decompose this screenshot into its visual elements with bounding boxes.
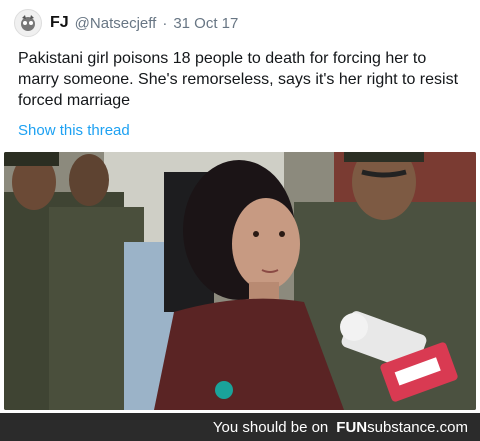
tweet-date[interactable]: 31 Oct 17 — [173, 15, 238, 32]
news-video-frame-image — [4, 152, 476, 410]
display-name[interactable]: FJ — [50, 14, 69, 32]
tweet-text: Pakistani girl poisons 18 people to deat… — [18, 50, 459, 109]
footer-prefix: You should be on — [212, 418, 329, 436]
separator-dot: · — [162, 14, 168, 32]
tweet-media-image[interactable] — [4, 152, 476, 410]
show-thread-link[interactable]: Show this thread — [18, 122, 130, 139]
tweet-header: FJ @Natsecjeff · 31 Oct 17 — [14, 8, 238, 38]
user-handle[interactable]: @Natsecjeff — [75, 15, 157, 32]
footer-brand-rest: substance.com — [367, 418, 468, 436]
tweet-card: FJ @Natsecjeff · 31 Oct 17 Pakistani gir… — [0, 0, 480, 413]
avatar[interactable] — [14, 9, 42, 37]
site-footer-banner[interactable]: You should be on FUN substance.com — [0, 413, 480, 441]
footer-brand-bold: FUN — [336, 418, 368, 436]
avatar-icon — [21, 15, 35, 31]
